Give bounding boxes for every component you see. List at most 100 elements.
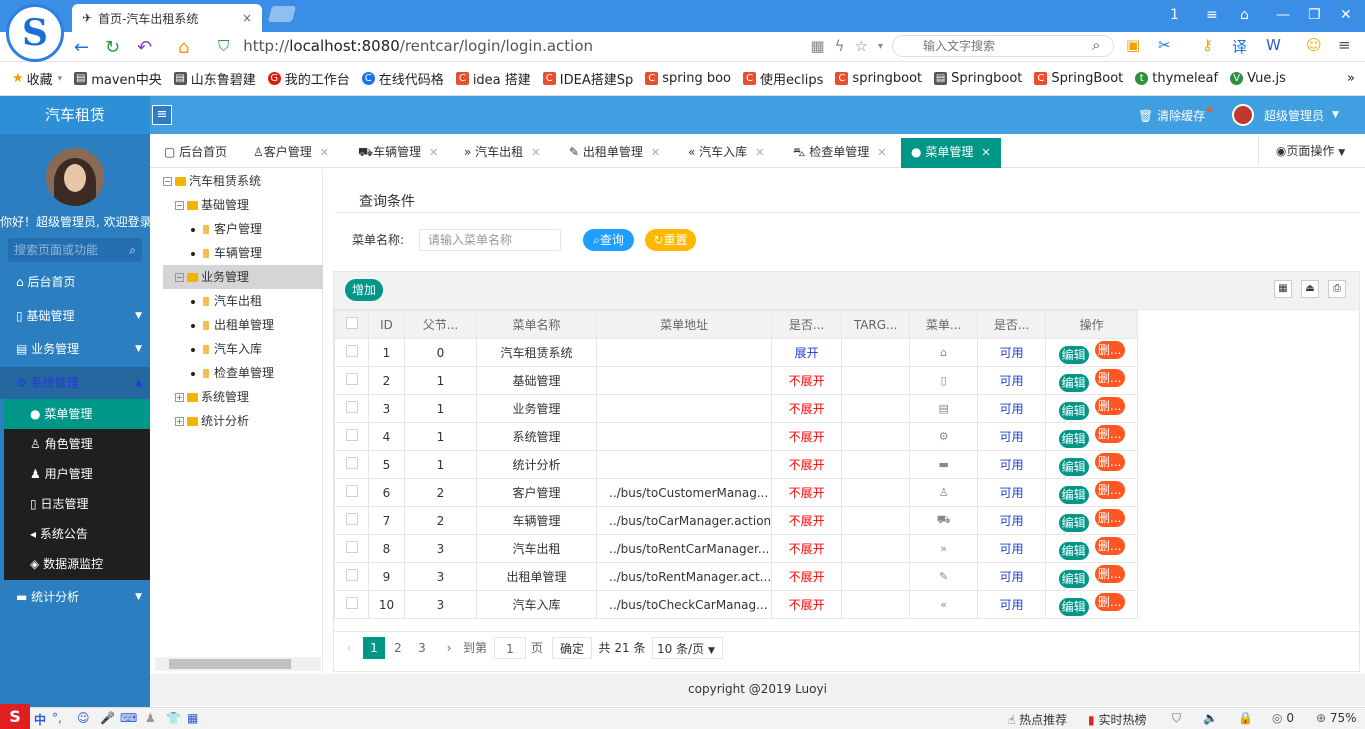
bookmark-item[interactable]: Cspring boo — [645, 71, 731, 86]
edit-button[interactable]: 编辑 — [1058, 374, 1089, 392]
row-select-cell[interactable] — [334, 366, 369, 395]
sidebar-item-home[interactable]: ⌂ 后台首页 — [0, 266, 150, 298]
row-select-cell[interactable] — [334, 422, 369, 451]
tab-customer[interactable]: ♙客户管理 ✕ — [253, 138, 329, 168]
row-checkbox[interactable] — [345, 345, 358, 357]
punct-icon[interactable]: °, — [52, 711, 62, 725]
bookmark-item[interactable]: G 我的工作台 — [267, 69, 350, 88]
goto-confirm-button[interactable]: 确定 — [552, 637, 592, 659]
row-select-cell[interactable] — [334, 534, 369, 563]
scissors-icon[interactable]: ✂ — [1158, 36, 1171, 54]
tree-node[interactable]: 客户管理 — [191, 217, 262, 241]
row-checkbox[interactable] — [345, 597, 358, 609]
delete-button[interactable]: 删... — [1094, 397, 1125, 415]
row-select-cell[interactable] — [334, 394, 369, 423]
bookmark-item[interactable]: Cspringboot — [835, 71, 922, 86]
row-checkbox[interactable] — [345, 569, 358, 581]
key-icon[interactable]: ⚷ — [1202, 36, 1213, 54]
extension-icon[interactable]: ▣ — [1126, 36, 1140, 54]
page-ops-dropdown[interactable]: ◉页面操作 ▼ — [1258, 136, 1362, 166]
app-menu-icon[interactable]: ≡ — [1338, 36, 1351, 54]
page-size-select[interactable]: 10 条/页 ▼ — [652, 637, 723, 659]
edit-button[interactable]: 编辑 — [1058, 486, 1089, 504]
browser-tab[interactable]: ✈ 首页-汽车出租系统 × — [72, 4, 262, 32]
row-checkbox[interactable] — [345, 485, 358, 497]
home-icon[interactable]: ⌂ — [178, 37, 189, 58]
expand-icon[interactable]: + — [175, 417, 184, 426]
sidebar-item-user[interactable]: ♟ 用户管理 — [4, 459, 150, 489]
bookmark-item[interactable]: C SpringBoot — [1034, 71, 1123, 86]
user-icon[interactable]: ♟ — [145, 711, 156, 725]
sidebar-item-datasource[interactable]: ◈ 数据源监控 — [4, 549, 150, 579]
tree-horizontal-scrollbar[interactable] — [155, 657, 321, 671]
edit-button[interactable]: 编辑 — [1058, 430, 1089, 448]
collapse-icon[interactable]: − — [175, 273, 184, 282]
tree-node[interactable]: − 基础管理 — [175, 193, 249, 217]
row-select-cell[interactable] — [334, 562, 369, 591]
apps-icon[interactable]: ▦ — [187, 711, 198, 725]
close-icon[interactable]: ✕ — [320, 146, 329, 159]
emoji-icon[interactable]: ☺ — [77, 711, 90, 725]
close-window-icon[interactable]: ✕ — [1340, 7, 1352, 23]
column-header[interactable]: 菜单名称 — [476, 310, 597, 339]
row-checkbox[interactable] — [345, 541, 358, 553]
close-icon[interactable]: ✕ — [981, 146, 990, 159]
columns-icon[interactable]: ▦ — [1274, 280, 1292, 298]
edit-button[interactable]: 编辑 — [1058, 402, 1089, 420]
page-number-current[interactable]: 1 — [363, 637, 385, 659]
delete-button[interactable]: 删... — [1094, 593, 1125, 611]
sidebar-item-basic[interactable]: ▯ 基础管理 ▼ — [0, 300, 150, 332]
reset-button[interactable]: ↻重置 — [645, 229, 696, 251]
next-page-icon[interactable]: › — [440, 637, 458, 659]
prev-page-icon[interactable]: ‹ — [342, 637, 356, 659]
sidebar-item-system[interactable]: ⚙ 系统管理 ▲ — [0, 367, 150, 399]
sidebar-item-log[interactable]: ▯ 日志管理 — [4, 489, 150, 519]
delete-button[interactable]: 删... — [1094, 425, 1125, 443]
tree-node[interactable]: − 汽车租赁系统 — [163, 169, 261, 193]
edit-button[interactable]: 编辑 — [1058, 346, 1089, 364]
column-header[interactable]: 菜单地址 — [595, 310, 773, 339]
close-icon[interactable]: ✕ — [651, 146, 660, 159]
row-select-cell[interactable] — [334, 506, 369, 535]
row-checkbox[interactable] — [345, 513, 358, 525]
bookmark-item[interactable]: Cidea 搭建 — [455, 69, 531, 88]
dropdown-icon[interactable]: ▾ — [878, 41, 883, 52]
sidebar-item-menu[interactable]: ● 菜单管理 — [4, 399, 150, 429]
column-header[interactable]: ID — [368, 310, 405, 339]
row-checkbox[interactable] — [345, 401, 358, 413]
tree-node[interactable]: 车辆管理 — [191, 241, 262, 265]
edit-button[interactable]: 编辑 — [1058, 542, 1089, 560]
translate-icon[interactable]: 译 — [1232, 36, 1247, 57]
tree-node[interactable]: 检查单管理 — [191, 361, 274, 385]
sidebar-search-input[interactable]: 搜索页面或功能 ⌕ — [8, 238, 142, 262]
edit-button[interactable]: 编辑 — [1058, 514, 1089, 532]
bookmark-item[interactable]: ▤ maven中央 — [74, 69, 162, 88]
table-row[interactable]: 8 3 汽车出租 ../bus/toRentCarManager... 不展开 » 可用 编辑… — [334, 534, 1139, 563]
search-icon[interactable]: ⌕ — [129, 238, 136, 262]
undo-icon[interactable]: ↶ — [137, 37, 152, 58]
edit-button[interactable]: 编辑 — [1058, 458, 1089, 476]
delete-button[interactable]: 删... — [1094, 341, 1125, 359]
flash-icon[interactable]: ϟ — [835, 37, 845, 55]
table-row[interactable]: 9 3 出租单管理 ../bus/toRentManager.act... 不展开 ✎ 可用… — [334, 562, 1139, 591]
collapse-icon[interactable]: − — [163, 177, 172, 186]
tree-node[interactable]: 汽车入库 — [191, 337, 262, 361]
ad-block[interactable]: ◎ 0 — [1272, 711, 1294, 725]
edit-button[interactable]: 编辑 — [1058, 570, 1089, 588]
sidebar-item-role[interactable]: ♙ 角色管理 — [4, 429, 150, 459]
maximize-icon[interactable]: ❐ — [1308, 7, 1321, 23]
tree-node[interactable]: + 系统管理 — [175, 385, 249, 409]
search-button[interactable]: ⌕查询 — [583, 229, 634, 251]
tab-car[interactable]: ⛟车辆管理 ✕ — [358, 138, 438, 168]
speaker-icon[interactable]: 🔈 — [1203, 711, 1218, 725]
print-icon[interactable]: ⎙ — [1328, 280, 1346, 298]
table-row[interactable]: 4 1 系统管理 不展开 ⚙ 可用 编辑 删... — [334, 422, 1139, 451]
scrollbar-thumb[interactable] — [169, 659, 291, 669]
row-select-cell[interactable] — [334, 590, 369, 619]
add-button[interactable]: 增加 — [345, 279, 383, 301]
delete-button[interactable]: 删... — [1094, 537, 1125, 555]
bookmark-item[interactable]: C IDEA搭建Sp — [542, 69, 633, 88]
tab-car-return[interactable]: « 汽车入库 ✕ — [688, 138, 764, 168]
tree-node[interactable]: 汽车出租 — [191, 289, 262, 313]
bookmark-item[interactable]: t thymeleaf — [1135, 71, 1218, 86]
